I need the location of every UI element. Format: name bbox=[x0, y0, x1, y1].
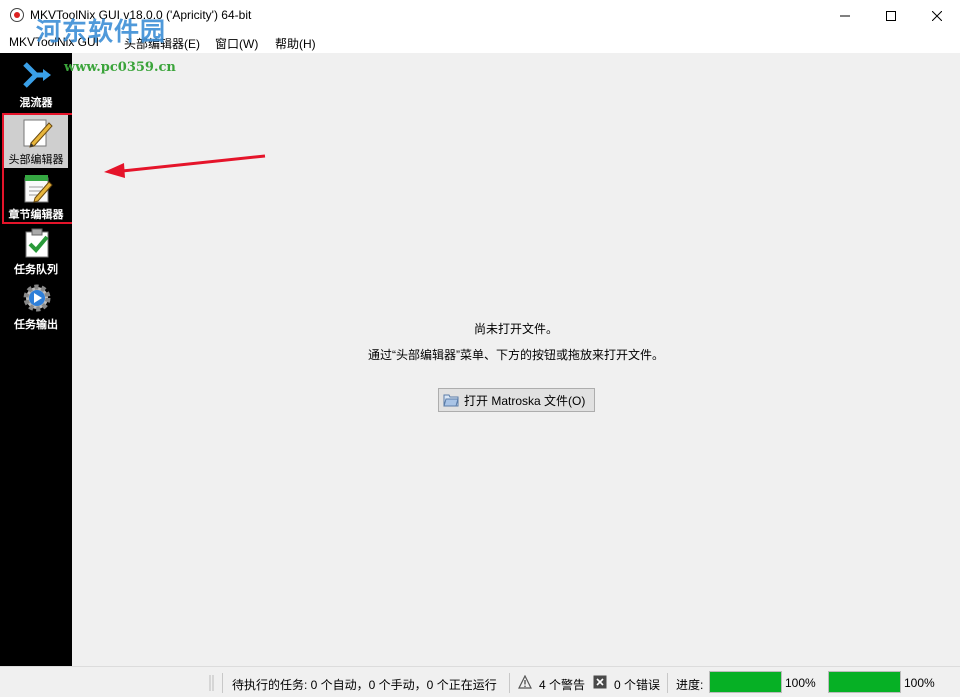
checklist-icon bbox=[25, 228, 49, 258]
progress-label: 进度: bbox=[676, 678, 704, 692]
watermark: 河东软件园 www.pc0359.cn bbox=[36, 12, 176, 75]
minimize-icon bbox=[840, 15, 850, 16]
maximize-button[interactable] bbox=[868, 0, 914, 31]
sidebar-item-job-output[interactable]: 任务输出 bbox=[4, 279, 68, 333]
watermark-url: www.pc0359.cn bbox=[64, 60, 176, 75]
warnings-count[interactable]: 4 个警告 bbox=[539, 676, 585, 693]
current-job-progress-bar bbox=[709, 671, 782, 693]
app-icon[interactable] bbox=[9, 7, 25, 23]
sidebar-item-label: 任务输出 bbox=[14, 319, 58, 331]
progress-fill bbox=[829, 672, 900, 692]
warning-icon bbox=[518, 675, 532, 689]
pending-jobs-status[interactable]: 待执行的任务: 0 个自动，0 个手动，0 个正在运行 bbox=[232, 676, 497, 693]
sidebar-item-label: 任务队列 bbox=[14, 264, 58, 276]
gear-play-icon bbox=[23, 284, 51, 312]
total-progress-text: 100% bbox=[904, 676, 935, 690]
sidebar-item-job-queue[interactable]: 任务队列 bbox=[4, 224, 68, 278]
minimize-button[interactable] bbox=[822, 0, 868, 31]
status-separator bbox=[667, 673, 668, 693]
status-bar: 待执行的任务: 0 个自动，0 个手动，0 个正在运行 4 个警告 0 个错误 … bbox=[0, 666, 960, 697]
open-file-icon bbox=[443, 394, 459, 407]
total-progress-bar bbox=[828, 671, 901, 693]
menu-window[interactable]: 窗口(W) bbox=[215, 35, 258, 52]
open-matroska-button[interactable]: 打开 Matroska 文件(O) bbox=[438, 388, 595, 412]
error-icon bbox=[593, 675, 607, 689]
current-job-progress-text: 100% bbox=[785, 676, 816, 690]
sidebar-item-merge[interactable]: 混流器 bbox=[4, 57, 68, 111]
hint-message: 通过“头部编辑器”菜单、下方的按钮或拖放来打开文件。 bbox=[368, 348, 664, 362]
close-button[interactable] bbox=[914, 0, 960, 31]
status-separator bbox=[222, 673, 223, 693]
no-file-message: 尚未打开文件。 bbox=[473, 322, 558, 336]
open-button-label: 打开 Matroska 文件(O) bbox=[464, 393, 586, 408]
main-content: 尚未打开文件。 通过“头部编辑器”菜单、下方的按钮或拖放来打开文件。 打开 Ma… bbox=[72, 53, 960, 666]
progress-fill bbox=[710, 672, 781, 692]
errors-count[interactable]: 0 个错误 bbox=[614, 676, 660, 693]
close-icon bbox=[932, 10, 942, 21]
annotation-arrow-icon bbox=[104, 154, 266, 178]
watermark-title: 河东软件园 bbox=[36, 17, 167, 46]
sidebar-item-label: 混流器 bbox=[19, 97, 53, 109]
grip-icon bbox=[209, 675, 214, 691]
menu-help[interactable]: 帮助(H) bbox=[275, 35, 316, 52]
merge-icon bbox=[23, 62, 51, 88]
status-separator bbox=[509, 673, 510, 693]
maximize-icon bbox=[886, 10, 896, 21]
